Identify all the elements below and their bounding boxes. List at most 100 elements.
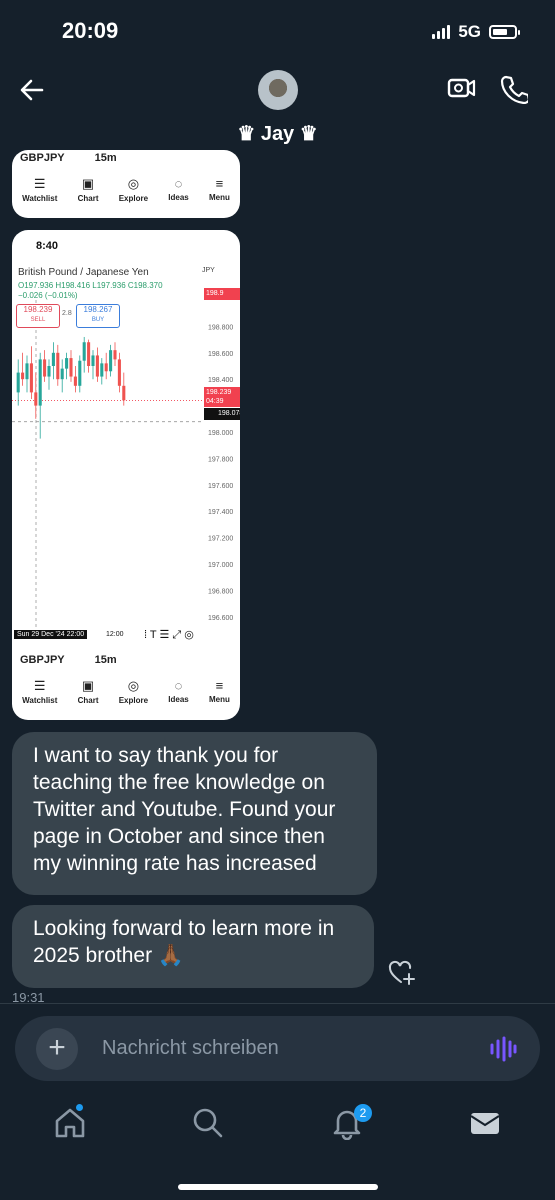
- message-line: Looking forward to learn more in: [33, 917, 335, 940]
- search-icon[interactable]: [191, 1106, 225, 1140]
- candle-body: [91, 355, 95, 366]
- media-attachment-2[interactable]: 8:40 British Pound / Japanese Yen O197.9…: [12, 230, 240, 720]
- candle-body: [100, 363, 104, 377]
- time-label: 12:00: [106, 631, 124, 638]
- price-top-tag: 198.9: [204, 288, 240, 300]
- candle-body: [117, 359, 121, 386]
- candle-body: [43, 359, 47, 377]
- ohlc-line: O197.936 H198.416 L197.936 C198.370: [18, 281, 163, 290]
- interval: 15m: [94, 152, 117, 164]
- watchlist-icon: ☰: [33, 678, 46, 693]
- candle-body: [73, 376, 77, 386]
- tab-menu: ≡ Menu: [208, 176, 230, 202]
- status-indicators: 5G: [432, 22, 520, 42]
- notifications-badge: 2: [354, 1104, 372, 1122]
- react-heart-icon[interactable]: [387, 958, 417, 986]
- compass-icon: ◎: [127, 176, 140, 191]
- menu-icon: ≡: [215, 176, 224, 191]
- back-arrow-icon[interactable]: [18, 76, 46, 104]
- message-bubble[interactable]: I want to say thank you for teaching the…: [12, 732, 377, 895]
- candle-body: [47, 366, 51, 377]
- y-tick-label: 197.000: [208, 562, 233, 569]
- tab-ideas: ◌ Ideas: [168, 678, 189, 704]
- status-time: 20:09: [62, 18, 119, 43]
- menu-icon: ≡: [215, 678, 224, 693]
- candle-body: [78, 360, 82, 386]
- y-tick-label: 198.600: [208, 351, 233, 358]
- change-line: −0.026 (−0.01%): [18, 291, 78, 300]
- app-tabbar-2: ☰ Watchlist ▣ Chart ◎ Explore ◌ Ideas ≡ Menu: [12, 678, 240, 705]
- add-media-button[interactable]: +: [36, 1028, 78, 1070]
- tab-explore: ◎ Explore: [118, 176, 149, 203]
- network-label: 5G: [458, 22, 481, 41]
- y-tick-label: 198.400: [208, 377, 233, 384]
- ticker: GBPJPY: [20, 152, 65, 164]
- bulb-icon: ◌: [174, 678, 183, 693]
- candle-body: [95, 355, 99, 377]
- y-tick-label: 197.600: [208, 483, 233, 490]
- buy-button: 198.267 BUY: [76, 304, 120, 328]
- message-line: teaching the free knowledge on: [33, 771, 325, 794]
- drawing-tools-icon: ⁞ T ☰ ⤢ ◎: [144, 629, 194, 641]
- candle-body: [87, 342, 91, 366]
- compass-icon: ◎: [127, 678, 140, 693]
- messages-envelope-icon[interactable]: [468, 1106, 502, 1140]
- app-tabbar: ☰ Watchlist ▣ Chart ◎ Explore ◌ Ideas ≡ Menu: [12, 176, 240, 203]
- candle-body: [113, 350, 117, 360]
- message-input[interactable]: Nachricht schreiben: [102, 1037, 279, 1060]
- candle-body: [21, 372, 25, 380]
- bulb-icon: ◌: [174, 176, 183, 191]
- candle-body: [16, 372, 20, 393]
- home-icon[interactable]: [53, 1106, 87, 1140]
- candle-body: [34, 392, 38, 406]
- candlestick-chart: 198.800 198.600 198.400 198.000 197.800 197.6…: [12, 300, 233, 630]
- tab-explore: ◎ Explore: [118, 678, 149, 705]
- message-line: page in October and since then: [33, 825, 325, 848]
- y-tick-label: 197.800: [208, 456, 233, 463]
- home-indicator: [178, 1184, 378, 1190]
- candle-body: [104, 363, 108, 372]
- candle-body: [82, 342, 86, 361]
- tab-watchlist: ☰ Watchlist: [22, 176, 58, 203]
- candle-body: [109, 350, 113, 372]
- y-tick-label: 197.400: [208, 509, 233, 516]
- chart-icon: ▣: [81, 678, 95, 693]
- media-attachment-1[interactable]: GBPJPY 15m ☰ Watchlist ▣ Chart ◎ Explore ◌ I…: [12, 150, 240, 218]
- divider: [0, 1003, 555, 1004]
- phone-call-icon[interactable]: [500, 74, 528, 104]
- y-tick-label: 196.800: [208, 588, 233, 595]
- battery-icon: [489, 25, 520, 39]
- message-line: I want to say thank you for: [33, 744, 279, 767]
- candle-body: [25, 363, 29, 380]
- y-tick-label: 198.800: [208, 324, 233, 331]
- voice-message-icon[interactable]: [489, 1036, 517, 1062]
- contact-name[interactable]: ♛ Jay ♛: [0, 121, 555, 146]
- watchlist-icon: ☰: [33, 176, 46, 191]
- tab-ideas: ◌ Ideas: [168, 176, 189, 202]
- chart-icon: ▣: [81, 176, 95, 191]
- tab-chart: ▣ Chart: [77, 176, 99, 203]
- date-label: Sun 29 Dec '24 22:00: [14, 630, 88, 639]
- signal-icon: [432, 25, 451, 39]
- candle-body: [69, 358, 73, 377]
- spread: 2.8: [62, 310, 72, 317]
- video-call-icon[interactable]: [446, 74, 478, 102]
- sell-button: 198.239 SELL: [16, 304, 60, 328]
- message-line: my winning rate has increased: [33, 852, 317, 875]
- message-bubble[interactable]: Looking forward to learn more in 2025 br…: [12, 905, 374, 988]
- tab-watchlist: ☰ Watchlist: [22, 678, 58, 705]
- message-line: 2025 brother 🙏🏾: [33, 944, 185, 967]
- y-tick-label: 198.000: [208, 430, 233, 437]
- y-tick-label: 197.200: [208, 536, 233, 543]
- ticker-row: GBPJPY 15m: [20, 152, 117, 164]
- candle-body: [51, 352, 55, 366]
- tab-menu: ≡ Menu: [208, 678, 230, 704]
- message-line: Twitter and Youtube. Found your: [33, 798, 336, 821]
- candle-body: [122, 385, 126, 401]
- ticker-row-2: GBPJPY 15m: [20, 654, 117, 666]
- current-price-tag: 198.239 04:39: [204, 387, 240, 407]
- time-axis: Sun 29 Dec '24 22:00 12:00 ⁞ T ☰ ⤢ ◎: [12, 629, 240, 642]
- y-tick-label: 196.600: [208, 615, 233, 622]
- avatar[interactable]: [258, 70, 298, 110]
- candle-body: [56, 352, 60, 380]
